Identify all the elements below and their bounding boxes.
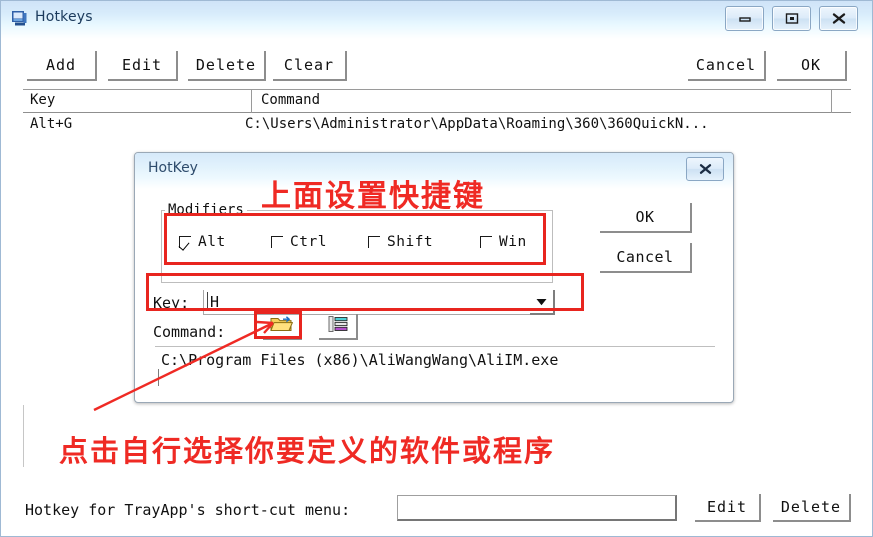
close-button[interactable]	[819, 6, 858, 31]
command-label: Command:	[153, 323, 226, 341]
annotation-bottom-note: 点击自行选择你要定义的软件或程序	[59, 434, 556, 468]
window-titlebar: Hotkeys	[1, 1, 872, 39]
add-button[interactable]: Add	[27, 51, 97, 81]
list-items-button[interactable]	[319, 314, 358, 340]
command-value: C:\Program Files (x86)\AliWangWang\AliIM…	[161, 351, 559, 369]
row-command: C:\Users\Administrator\AppData\Roaming\3…	[245, 116, 709, 132]
clear-button[interactable]: Clear	[273, 51, 347, 81]
column-header-key[interactable]: Key	[30, 92, 55, 108]
key-label: Key:	[153, 294, 190, 312]
window-title: Hotkeys	[35, 9, 93, 25]
row-key: Alt+G	[30, 116, 73, 132]
bottom-hotkey-input[interactable]	[397, 495, 677, 521]
hotkeys-window: Hotkeys Add Edit Delete Clear Cancel OK …	[0, 0, 873, 537]
dialog-close-button[interactable]	[686, 157, 724, 181]
checkbox-shift[interactable]: Shift	[368, 234, 433, 250]
checkbox-win-label: Win	[499, 234, 527, 250]
dialog-ok-button[interactable]: OK	[600, 203, 692, 233]
window-app-icon	[11, 10, 28, 27]
edit-button[interactable]: Edit	[108, 51, 178, 81]
dialog-title: HotKey	[148, 160, 198, 176]
cancel-button[interactable]: Cancel	[688, 51, 766, 81]
table-row[interactable]: Alt+G C:\Users\Administrator\AppData\Roa…	[23, 114, 851, 138]
chevron-down-icon[interactable]	[530, 290, 555, 315]
ok-button[interactable]: OK	[777, 51, 847, 81]
column-header-command[interactable]: Command	[261, 92, 320, 108]
key-value: H	[210, 293, 220, 311]
key-select[interactable]: H	[203, 290, 555, 315]
checkbox-win[interactable]: Win	[480, 234, 527, 250]
header-divider-2	[831, 90, 832, 113]
bottom-edit-button[interactable]: Edit	[695, 494, 761, 522]
annotation-top-note: 上面设置快捷键	[261, 179, 485, 214]
checkbox-shift-label: Shift	[387, 234, 434, 250]
list-items-icon	[327, 315, 349, 337]
checkbox-alt-label: Alt	[198, 234, 226, 250]
checkbox-alt[interactable]: Alt	[179, 234, 226, 250]
checkbox-ctrl-box[interactable]	[271, 236, 283, 248]
header-divider-1	[251, 90, 252, 113]
hotkey-list-header: Key Command	[23, 90, 851, 113]
open-folder-button[interactable]	[263, 314, 302, 340]
hotkey-list[interactable]: Key Command Alt+G C:\Users\Administrator…	[23, 89, 851, 139]
command-caret	[158, 369, 159, 386]
checkbox-win-box[interactable]	[480, 236, 492, 248]
checkbox-shift-box[interactable]	[368, 236, 380, 248]
maximize-button[interactable]	[772, 6, 811, 31]
bottom-delete-button[interactable]: Delete	[773, 494, 851, 522]
checkbox-alt-box[interactable]	[179, 236, 191, 248]
open-folder-icon	[270, 315, 294, 337]
left-divider	[23, 405, 24, 467]
command-input[interactable]: C:\Program Files (x86)\AliWangWang\AliIM…	[155, 346, 715, 388]
modifiers-legend: Modifiers	[165, 202, 247, 218]
window-system-buttons	[725, 6, 858, 31]
dialog-cancel-button[interactable]: Cancel	[600, 243, 692, 273]
delete-button[interactable]: Delete	[188, 51, 266, 81]
checkbox-ctrl-label: Ctrl	[290, 234, 327, 250]
bottom-hotkey-label: Hotkey for TrayApp's short-cut menu:	[25, 501, 351, 519]
key-caret	[207, 292, 208, 311]
checkbox-ctrl[interactable]: Ctrl	[271, 234, 327, 250]
minimize-button[interactable]	[725, 6, 764, 31]
